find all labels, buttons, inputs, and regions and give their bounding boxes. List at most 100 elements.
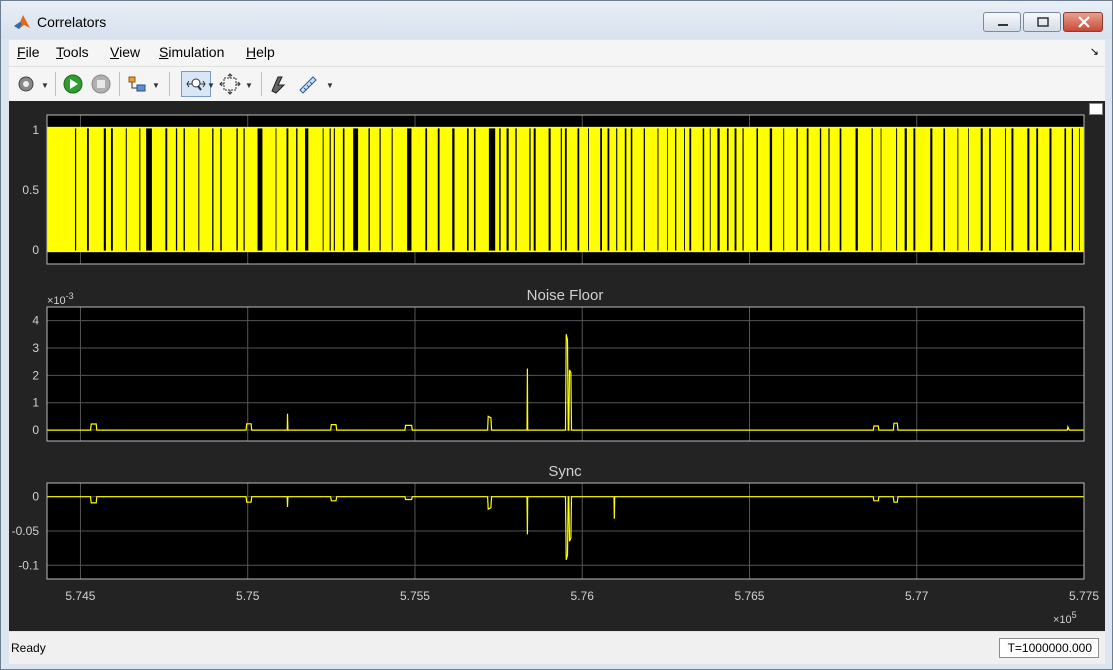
panel3-title: Sync bbox=[548, 463, 582, 480]
panel1-low-segment bbox=[146, 128, 152, 251]
panel1-low-segment bbox=[904, 128, 907, 251]
panel1-low-segment bbox=[689, 128, 692, 251]
panel1-low-segment bbox=[322, 128, 324, 251]
panel1-low-segment bbox=[828, 128, 830, 251]
autoscale-icon[interactable] bbox=[219, 73, 241, 95]
toolbar-separator bbox=[261, 72, 262, 96]
x-tick-label: 5.745 bbox=[65, 589, 95, 603]
scope-display: 1 0.5 0 Noise Floor ×10-3 4 3 2 1 0 Sync 0 -0… bbox=[9, 101, 1105, 631]
panel1-low-segment bbox=[1071, 128, 1074, 251]
panel1-low-segment bbox=[943, 128, 946, 251]
panel1-trace bbox=[47, 126, 1084, 253]
panel1-low-segment bbox=[87, 128, 89, 251]
panel1-low-segment bbox=[657, 128, 659, 251]
panel1-low-segment bbox=[1011, 128, 1014, 251]
panel2-ytick-label: 3 bbox=[32, 341, 39, 355]
panel1-low-segment bbox=[506, 128, 509, 251]
panel1-low-segment bbox=[819, 128, 822, 251]
menu-file[interactable]: File bbox=[17, 44, 40, 60]
panel1-low-segment bbox=[957, 128, 959, 251]
toolbar-separator bbox=[119, 72, 120, 96]
status-text: Ready bbox=[11, 641, 46, 655]
title-bar[interactable]: Correlators bbox=[1, 1, 1112, 39]
settings-dropdown-icon[interactable]: ▼ bbox=[41, 81, 49, 90]
toolbar-separator bbox=[55, 72, 56, 96]
panel2-ytick-label: 0 bbox=[32, 423, 39, 437]
menu-tools[interactable]: Tools bbox=[56, 44, 89, 60]
panel1-low-segment bbox=[529, 128, 531, 251]
measurements-dropdown-icon[interactable]: ▼ bbox=[326, 81, 334, 90]
panel1-low-segment bbox=[342, 128, 345, 251]
dock-arrow-icon[interactable]: ↘ bbox=[1090, 45, 1099, 58]
panel1-low-segment bbox=[630, 128, 633, 251]
minimize-button[interactable] bbox=[983, 12, 1021, 32]
panel2-ytick-label: 2 bbox=[32, 368, 39, 382]
panel1-low-segment bbox=[103, 128, 106, 251]
signal-selector-dropdown-icon[interactable]: ▼ bbox=[152, 81, 160, 90]
minimize-icon bbox=[984, 13, 1020, 31]
zoom-icon[interactable] bbox=[185, 73, 207, 95]
panel1-low-segment bbox=[391, 128, 393, 251]
close-button[interactable] bbox=[1063, 12, 1103, 32]
panel1-low-segment bbox=[452, 128, 455, 251]
panel1-low-segment bbox=[980, 128, 983, 251]
panel1-low-segment bbox=[880, 128, 882, 251]
panel1-low-segment bbox=[930, 128, 933, 251]
panel1-low-segment bbox=[871, 128, 873, 251]
run-icon[interactable] bbox=[62, 73, 84, 95]
toolbar-separator bbox=[169, 72, 170, 96]
panel3-ytick-label: -0.1 bbox=[18, 558, 39, 572]
highlight-icon[interactable] bbox=[268, 73, 290, 95]
maximize-button[interactable] bbox=[1023, 12, 1061, 32]
panel1-low-segment bbox=[756, 128, 759, 251]
autoscale-dropdown-icon[interactable]: ▼ bbox=[245, 81, 253, 90]
panel1-low-segment bbox=[684, 128, 685, 251]
panel1-low-segment bbox=[796, 128, 798, 251]
x-tick-label: 5.755 bbox=[400, 589, 430, 603]
panel1-low-segment bbox=[855, 128, 858, 251]
matlab-logo-icon bbox=[14, 15, 30, 29]
panel1-low-segment bbox=[548, 128, 551, 251]
panel3-y-ticks: 0 -0.05 -0.1 bbox=[12, 490, 40, 573]
panel1-low-segment bbox=[709, 128, 711, 251]
panel1-low-segment bbox=[175, 128, 178, 251]
panel1-low-segment bbox=[110, 128, 113, 251]
menu-help[interactable]: Help bbox=[246, 44, 275, 60]
panel1-low-segment bbox=[515, 128, 517, 251]
panel1-low-segment bbox=[407, 128, 412, 251]
panel1-low-segment bbox=[806, 128, 809, 251]
panel1-low-segment bbox=[1078, 128, 1080, 251]
panel1-low-segment bbox=[473, 128, 476, 251]
panel1-low-segment bbox=[437, 128, 440, 251]
x-tick-label: 5.75 bbox=[236, 589, 260, 603]
x-axis-ticks: 5.745 5.75 5.755 5.76 5.765 5.77 5.775 bbox=[65, 589, 1099, 603]
settings-gear-icon[interactable] bbox=[15, 73, 37, 95]
undock-icon[interactable] bbox=[1089, 103, 1103, 115]
panel1-low-segment bbox=[968, 128, 969, 251]
panel1-low-segment bbox=[734, 128, 737, 251]
panel1-low-segment bbox=[989, 128, 991, 251]
panel1-ytick-0: 0 bbox=[32, 243, 39, 257]
panel1-low-segment bbox=[675, 128, 677, 251]
panel1-low-segment bbox=[368, 128, 370, 251]
signal-selector-icon[interactable] bbox=[126, 73, 148, 95]
scope-plots[interactable]: 1 0.5 0 Noise Floor ×10-3 4 3 2 1 0 Sync 0 -0… bbox=[9, 101, 1105, 631]
panel1-low-segment bbox=[333, 128, 335, 251]
zoom-dropdown-icon[interactable]: ▼ bbox=[207, 81, 215, 90]
window-title: Correlators bbox=[37, 14, 107, 30]
panel1-low-segment bbox=[577, 128, 580, 251]
measurements-icon[interactable] bbox=[297, 73, 319, 95]
panel1-low-segment bbox=[600, 128, 602, 251]
menu-bar: File Tools View Simulation Help ↘ bbox=[9, 40, 1105, 66]
panel1-low-segment bbox=[1005, 128, 1007, 251]
panel2-ytick-label: 4 bbox=[32, 314, 39, 328]
menu-simulation[interactable]: Simulation bbox=[159, 44, 224, 60]
stop-icon[interactable] bbox=[90, 73, 112, 95]
panel1-low-segment bbox=[726, 128, 729, 251]
panel1-low-segment bbox=[198, 128, 200, 251]
panel1-low-segment bbox=[212, 128, 214, 251]
panel1-low-segment bbox=[616, 128, 618, 251]
panel1-low-segment bbox=[125, 128, 127, 251]
menu-view[interactable]: View bbox=[110, 44, 140, 60]
panel1-low-segment bbox=[75, 128, 77, 251]
